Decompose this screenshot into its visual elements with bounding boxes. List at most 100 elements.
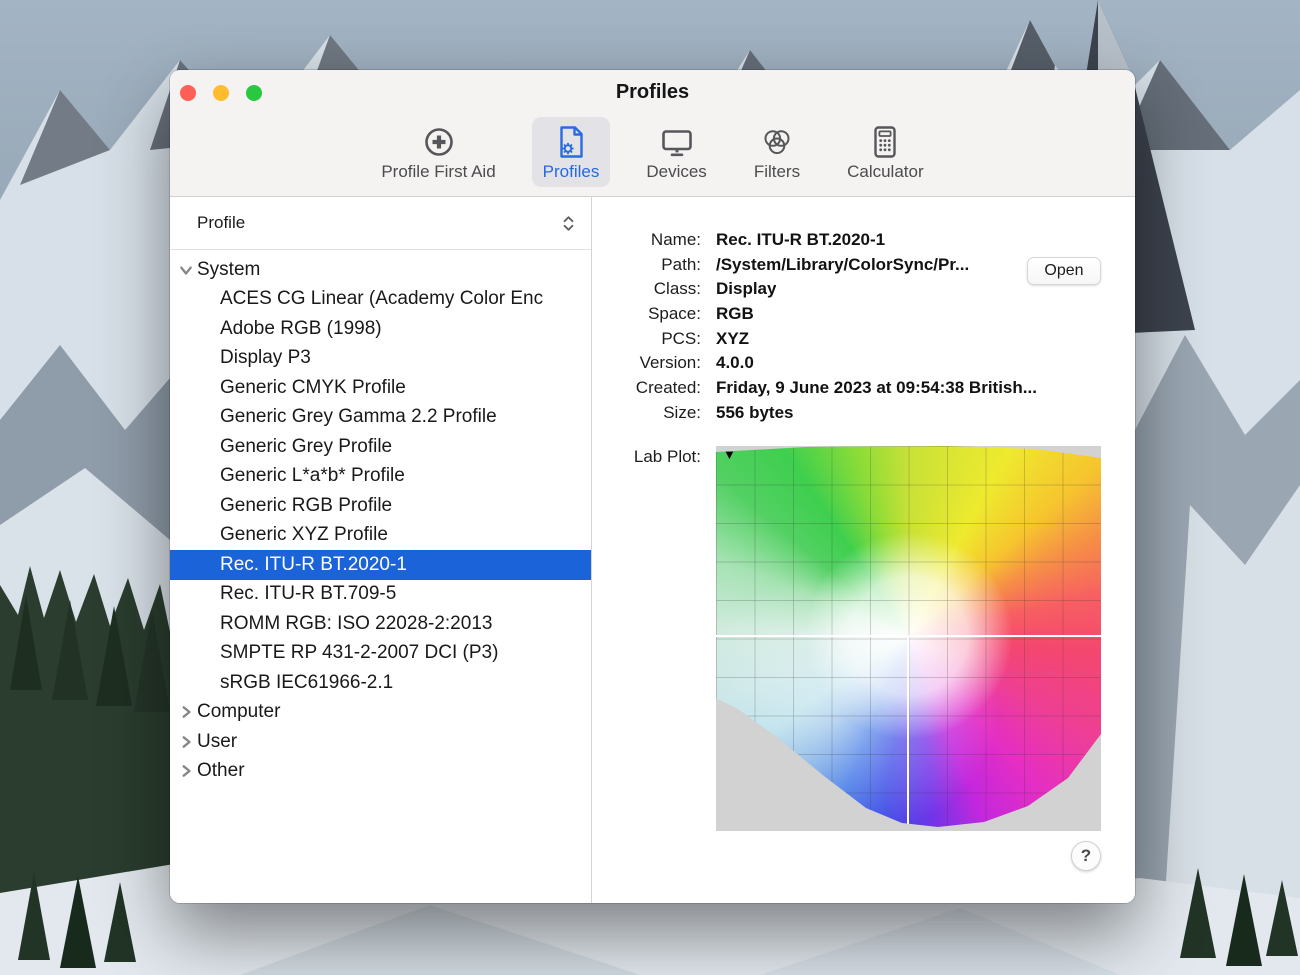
profile-list-item[interactable]: Generic Grey Profile: [170, 432, 591, 462]
detail-row-space: Space: RGB: [595, 302, 1037, 327]
profile-item-label: ROMM RGB: ISO 22028-2:2013: [220, 613, 492, 635]
display-icon: [659, 123, 695, 161]
profile-column-header[interactable]: Profile: [170, 197, 591, 250]
profile-list-item[interactable]: Rec. ITU-R BT.709-5: [170, 580, 591, 610]
profile-item-label: Adobe RGB (1998): [220, 318, 382, 340]
tree-root-label: System: [197, 259, 260, 281]
profile-list-item[interactable]: ACES CG Linear (Academy Color Enc: [170, 285, 591, 315]
zoom-window-button[interactable]: [246, 85, 262, 101]
profile-item-label: Display P3: [220, 347, 311, 369]
detail-label: Path:: [595, 253, 701, 278]
profile-list-item[interactable]: Generic CMYK Profile: [170, 373, 591, 403]
chevron-right-icon[interactable]: [177, 705, 194, 719]
whitepoint-crosshair-vertical: [907, 636, 909, 824]
toolbar-item-label: Filters: [754, 162, 800, 182]
detail-value: 4.0.0: [716, 351, 754, 376]
detail-label: Space:: [595, 302, 701, 327]
profile-list-item[interactable]: Generic RGB Profile: [170, 491, 591, 521]
document-gear-icon: [553, 123, 589, 161]
detail-row-created: Created: Friday, 9 June 2023 at 09:54:38 …: [595, 376, 1037, 401]
calculator-icon: [867, 123, 903, 161]
detail-value: Rec. ITU-R BT.2020-1: [716, 228, 885, 253]
window-titlebar[interactable]: Profiles: [170, 70, 1135, 115]
profile-list-item[interactable]: Rec. ITU-R BT.2020-1: [170, 550, 591, 580]
chevron-right-icon[interactable]: [177, 735, 194, 749]
detail-row-pcs: PCS:XYZ: [595, 327, 1037, 352]
colorsync-profiles-window: Profiles Profile First Aid: [170, 70, 1135, 903]
detail-value: XYZ: [716, 327, 749, 352]
toolbar-item-profiles[interactable]: Profiles: [532, 117, 611, 187]
profile-item-label: sRGB IEC61966-2.1: [220, 672, 393, 694]
detail-row-size: Size: 556 bytes: [595, 401, 1037, 426]
window-chrome: Profiles Profile First Aid: [170, 70, 1135, 197]
profile-item-label: Rec. ITU-R BT.2020-1: [220, 554, 407, 576]
profile-list-item[interactable]: SMPTE RP 431-2-2007 DCI (P3): [170, 639, 591, 669]
profile-list-item[interactable]: Generic XYZ Profile: [170, 521, 591, 551]
lab-plot[interactable]: ▼: [716, 446, 1101, 831]
plot-type-dropdown[interactable]: ▼: [723, 447, 736, 463]
detail-label: Size:: [595, 401, 701, 426]
tree-root-user[interactable]: User: [170, 727, 591, 757]
profile-list-item[interactable]: Generic L*a*b* Profile: [170, 462, 591, 492]
tree-root-other[interactable]: Other: [170, 757, 591, 787]
profile-item-label: Rec. ITU-R BT.709-5: [220, 583, 396, 605]
tree-root-label: Other: [197, 760, 245, 782]
help-button[interactable]: ?: [1071, 841, 1101, 871]
tree-root-system[interactable]: System: [170, 255, 591, 285]
profile-item-label: Generic RGB Profile: [220, 495, 392, 517]
profile-item-label: ACES CG Linear (Academy Color Enc: [220, 288, 543, 310]
toolbar: Profile First Aid Profiles: [170, 115, 1135, 197]
traffic-lights: [180, 85, 262, 101]
tree-root-label: Computer: [197, 701, 280, 723]
detail-value: RGB: [716, 302, 754, 327]
profile-list-item[interactable]: sRGB IEC61966-2.1: [170, 668, 591, 698]
detail-value: /System/Library/ColorSync/Pr...: [716, 253, 969, 278]
detail-label: Class:: [595, 277, 701, 302]
profile-sidebar: Profile System ACES CG Linear (Academy Co…: [170, 197, 592, 903]
detail-row-class: Class: Display: [595, 277, 1037, 302]
chevron-down-icon[interactable]: [177, 263, 194, 277]
desktop: Profiles Profile First Aid: [0, 0, 1300, 975]
lab-plot-label: Lab Plot:: [595, 447, 701, 467]
sort-chevrons-icon[interactable]: [562, 215, 575, 232]
profile-item-label: Generic Grey Profile: [220, 436, 392, 458]
detail-row-version: Version: 4.0.0: [595, 351, 1037, 376]
profile-item-label: Generic Grey Gamma 2.2 Profile: [220, 406, 497, 428]
detail-value: Display: [716, 277, 776, 302]
detail-row-name: Name: Rec. ITU-R BT.2020-1: [595, 228, 1037, 253]
profile-item-label: Generic CMYK Profile: [220, 377, 406, 399]
toolbar-item-profile-first-aid[interactable]: Profile First Aid: [370, 117, 506, 187]
profile-tree: System ACES CG Linear (Academy Color Enc A…: [170, 250, 591, 786]
open-button[interactable]: Open: [1027, 257, 1101, 285]
profile-list-item[interactable]: Generic Grey Gamma 2.2 Profile: [170, 403, 591, 433]
venn-circles-icon: [759, 123, 795, 161]
profile-detail-panel: Name: Rec. ITU-R BT.2020-1 Path: /System/Li…: [592, 197, 1135, 903]
toolbar-item-devices[interactable]: Devices: [635, 117, 717, 187]
toolbar-item-label: Profile First Aid: [381, 162, 495, 182]
profile-list-item[interactable]: Adobe RGB (1998): [170, 314, 591, 344]
close-window-button[interactable]: [180, 85, 196, 101]
tree-root-computer[interactable]: Computer: [170, 698, 591, 728]
toolbar-item-label: Calculator: [847, 162, 924, 182]
circle-plus-icon: [421, 123, 457, 161]
toolbar-item-calculator[interactable]: Calculator: [836, 117, 935, 187]
toolbar-item-filters[interactable]: Filters: [743, 117, 811, 187]
detail-value: 556 bytes: [716, 401, 794, 426]
detail-label: Version:: [595, 351, 701, 376]
detail-value: Friday, 9 June 2023 at 09:54:38 British.…: [716, 376, 1037, 401]
toolbar-item-label: Devices: [646, 162, 706, 182]
detail-label: Name:: [595, 228, 701, 253]
detail-rows: Name: Rec. ITU-R BT.2020-1 Path: /System/Li…: [595, 228, 1037, 426]
tree-root-label: User: [197, 731, 237, 753]
chevron-right-icon[interactable]: [177, 764, 194, 778]
profile-item-label: Generic XYZ Profile: [220, 524, 388, 546]
toolbar-item-label: Profiles: [543, 162, 600, 182]
profile-column-header-label: Profile: [197, 213, 245, 233]
profile-list-item[interactable]: ROMM RGB: ISO 22028-2:2013: [170, 609, 591, 639]
minimize-window-button[interactable]: [213, 85, 229, 101]
profile-item-label: Generic L*a*b* Profile: [220, 465, 405, 487]
profile-item-label: SMPTE RP 431-2-2007 DCI (P3): [220, 642, 498, 664]
profile-list-item[interactable]: Display P3: [170, 344, 591, 374]
detail-label: Created:: [595, 376, 701, 401]
window-content: Profile System ACES CG Linear (Academy Co…: [170, 197, 1135, 903]
